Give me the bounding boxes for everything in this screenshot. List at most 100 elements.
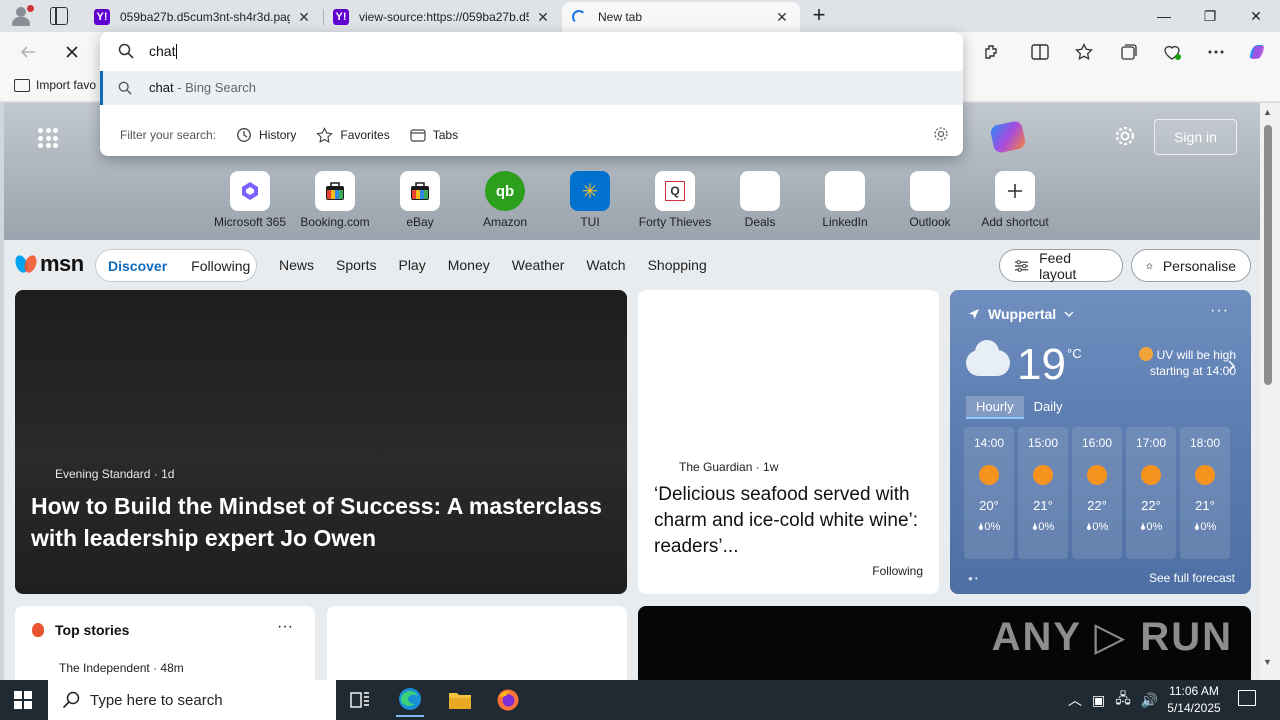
tab-2[interactable]: Y! view-source:https://059ba27b.d5 ✕: [323, 2, 561, 32]
back-arrow-icon[interactable]: [16, 40, 40, 64]
copilot-icon[interactable]: [1245, 40, 1269, 64]
minimize-button[interactable]: —: [1141, 0, 1187, 32]
hour-column: 16:00 22° 🌢0%: [1072, 427, 1122, 559]
article-card[interactable]: The Guardian · 1w ‘Delicious seafood ser…: [638, 290, 939, 594]
nav-link-money[interactable]: Money: [448, 257, 490, 273]
nav-link-watch[interactable]: Watch: [586, 257, 625, 273]
taskbar-clock[interactable]: 11:06 AM 5/14/2025: [1162, 683, 1226, 717]
device-icon[interactable]: ▣: [1092, 692, 1105, 709]
article-headline[interactable]: ‘Delicious seafood served with charm and…: [654, 482, 924, 560]
tab-actions-icon[interactable]: [50, 7, 68, 25]
shortcut-forty-thieves[interactable]: Q Forty Thieves: [632, 171, 718, 229]
hero-article-card[interactable]: Evening Standard · 1d How to Build the M…: [15, 290, 627, 594]
filter-favorites-label: Favorites: [340, 128, 390, 142]
collections-icon[interactable]: [1117, 40, 1141, 64]
discover-tab[interactable]: Discover: [108, 258, 167, 274]
tab-1[interactable]: Y! 059ba27b.d5cum3nt-sh4r3d.pag ✕: [84, 2, 322, 32]
address-input[interactable]: chat: [149, 43, 178, 59]
hour-precip: 0%: [1092, 521, 1109, 533]
tab-close-icon[interactable]: ✕: [535, 9, 551, 26]
shortcut-ebay[interactable]: eBay: [377, 171, 463, 229]
filter-history-button[interactable]: History: [236, 127, 296, 143]
video-card[interactable]: ANY ▷ RUN: [638, 606, 1251, 680]
article-headline[interactable]: How to Build the Mindset of Success: A m…: [31, 490, 616, 554]
sunny-icon: [979, 465, 999, 485]
tab-close-icon[interactable]: ✕: [774, 9, 790, 26]
task-view-icon[interactable]: [346, 686, 374, 714]
shortcut-booking[interactable]: Booking.com: [292, 171, 378, 229]
shortcut-linkedin[interactable]: LinkedIn: [802, 171, 888, 229]
volume-icon[interactable]: 🔊: [1141, 692, 1158, 709]
microsoft365-icon: [230, 171, 270, 211]
weather-location[interactable]: Wuppertal: [968, 306, 1074, 322]
copilot-logo-icon[interactable]: [989, 119, 1027, 155]
filter-favorites-button[interactable]: Favorites: [316, 126, 390, 144]
page-scrollbar[interactable]: ▲ ▼: [1260, 103, 1280, 680]
shortcut-microsoft-365[interactable]: Microsoft 365: [207, 171, 293, 229]
top-stories-card: Top stories ··· The Independent · 48m: [15, 606, 315, 680]
page-settings-gear-icon[interactable]: [1114, 125, 1136, 153]
hour-time: 14:00: [973, 436, 1005, 450]
windows-start-icon[interactable]: [14, 691, 32, 709]
tab-hourly[interactable]: Hourly: [966, 396, 1024, 419]
shortcut-outlook[interactable]: Outlook: [887, 171, 973, 229]
nav-link-play[interactable]: Play: [398, 257, 425, 273]
tab-daily[interactable]: Daily: [1024, 396, 1073, 419]
favorites-star-icon[interactable]: [1072, 40, 1096, 64]
profile-avatar-icon[interactable]: [8, 4, 34, 28]
extensions-icon[interactable]: [980, 40, 1004, 64]
show-hidden-icons-chevron-icon[interactable]: ︿: [1068, 690, 1082, 710]
restore-button[interactable]: ❐: [1187, 0, 1233, 32]
tab-close-icon[interactable]: ✕: [296, 9, 312, 26]
hour-precip: 0%: [1038, 521, 1055, 533]
firefox-icon[interactable]: [494, 686, 522, 714]
more-options-icon[interactable]: ···: [277, 618, 293, 636]
shortcut-deals[interactable]: Deals: [717, 171, 803, 229]
weather-more-icon[interactable]: ···: [1210, 302, 1229, 320]
uv-alert[interactable]: UV will be high starting at 14:00: [1120, 347, 1236, 379]
shortcut-label: Outlook: [909, 215, 951, 229]
nav-link-news[interactable]: News: [279, 257, 314, 273]
suggestion-query: chat: [149, 80, 174, 95]
location-name: Wuppertal: [988, 306, 1057, 322]
carousel-dots[interactable]: ● •: [968, 574, 978, 583]
scroll-down-arrow-icon[interactable]: ▼: [1263, 657, 1272, 667]
sign-in-button[interactable]: Sign in: [1154, 119, 1237, 155]
suggestion-source: - Bing Search: [173, 80, 256, 95]
add-shortcut-button[interactable]: Add shortcut: [972, 171, 1058, 229]
personalise-button[interactable]: Personalise: [1131, 249, 1251, 282]
hour-time: 15:00: [1027, 436, 1059, 450]
following-label[interactable]: Following: [872, 564, 923, 578]
see-full-forecast-link[interactable]: See full forecast: [1149, 571, 1235, 585]
browser-essentials-icon[interactable]: [1160, 40, 1184, 64]
stop-loading-icon[interactable]: [60, 40, 84, 64]
shortcut-amazon[interactable]: qb Amazon: [462, 171, 548, 229]
scrollbar-thumb[interactable]: [1264, 125, 1272, 385]
suggestion-bing-search[interactable]: chat - Bing Search: [100, 71, 963, 105]
more-menu-icon[interactable]: [1204, 40, 1228, 64]
nav-links: News Sports Play Money Weather Watch Sho…: [279, 257, 729, 273]
tab-3-active[interactable]: New tab ✕: [562, 2, 800, 32]
file-explorer-icon[interactable]: [446, 686, 474, 714]
split-screen-icon[interactable]: [1028, 40, 1052, 64]
nav-link-shopping[interactable]: Shopping: [648, 257, 707, 273]
filter-tabs-button[interactable]: Tabs: [410, 128, 458, 142]
app-launcher-icon[interactable]: [38, 128, 58, 148]
network-icon[interactable]: 🖧: [1115, 688, 1131, 712]
shortcut-tui[interactable]: ✳ TUI: [547, 171, 633, 229]
search-settings-gear-icon[interactable]: [933, 126, 949, 145]
close-window-button[interactable]: ✕: [1233, 0, 1279, 32]
notifications-icon[interactable]: [1238, 690, 1256, 706]
nav-link-weather[interactable]: Weather: [512, 257, 565, 273]
nav-link-sports[interactable]: Sports: [336, 257, 376, 273]
edge-taskbar-icon[interactable]: [396, 683, 424, 717]
scroll-up-arrow-icon[interactable]: ▲: [1263, 107, 1272, 117]
import-favorites-button[interactable]: Import favo: [14, 78, 96, 92]
following-tab[interactable]: Following: [191, 258, 250, 274]
feed-layout-button[interactable]: Feed layout: [999, 249, 1123, 282]
article-source: Evening Standard · 1d: [55, 467, 175, 481]
location-arrow-icon: [969, 309, 979, 319]
taskbar-search-box[interactable]: Type here to search: [48, 680, 336, 720]
new-tab-button[interactable]: +: [806, 3, 832, 29]
msn-logo[interactable]: msn: [13, 251, 84, 277]
